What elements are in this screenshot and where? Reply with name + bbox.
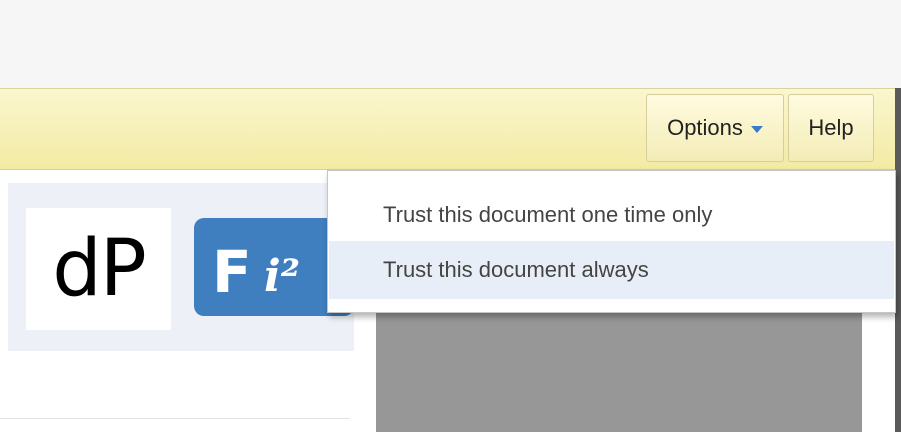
chevron-down-icon	[750, 126, 763, 133]
gray-preview-block	[376, 312, 862, 432]
menu-item-label: Trust this document one time only	[383, 202, 713, 227]
dp-logo-text: dP	[52, 224, 147, 314]
dp-logo: dP	[26, 208, 171, 330]
menu-item-label: Trust this document always	[383, 257, 649, 282]
top-area	[0, 0, 901, 88]
document-divider	[0, 418, 350, 419]
fi2-logo-superscript: i²	[264, 251, 300, 302]
help-button-label: Help	[808, 115, 854, 140]
options-dropdown-menu: Trust this document one time only Trust …	[327, 170, 896, 313]
fi2-logo-letter: F	[212, 238, 252, 306]
help-button[interactable]: Help	[788, 94, 874, 162]
options-button[interactable]: Options	[646, 94, 784, 162]
menu-item-trust-always[interactable]: Trust this document always	[329, 241, 894, 299]
options-button-label: Options	[667, 115, 743, 140]
menu-item-trust-once[interactable]: Trust this document one time only	[329, 186, 894, 244]
